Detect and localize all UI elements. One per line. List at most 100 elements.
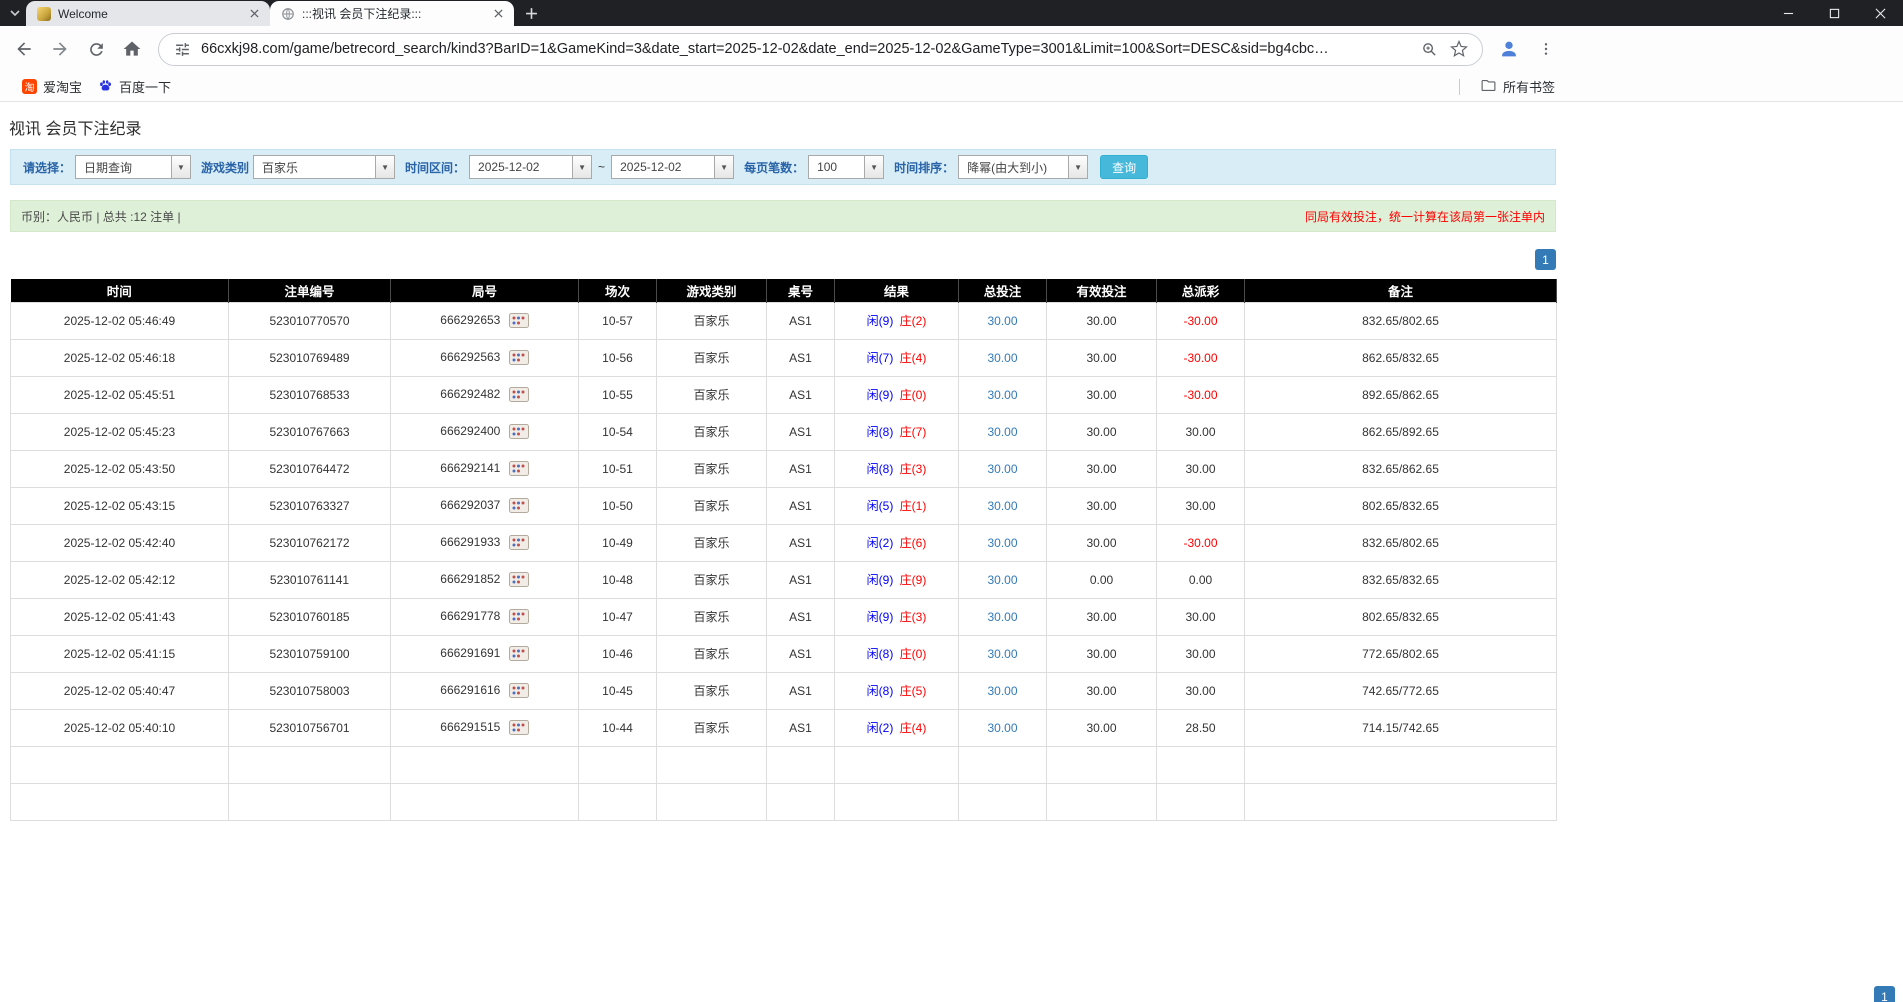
result-banker: 庄(2) — [900, 314, 927, 328]
result-banker: 庄(0) — [900, 388, 927, 402]
roadmap-icon[interactable] — [509, 572, 529, 587]
cell-bet-id: 523010764472 — [229, 450, 391, 487]
cell-time: 2025-12-02 05:43:15 — [11, 487, 229, 524]
reload-icon[interactable] — [80, 33, 112, 65]
summary-cell: 88.50 — [1157, 746, 1245, 783]
chevron-down-icon[interactable]: ▼ — [375, 155, 395, 179]
bookmark-taobao[interactable]: 淘 爱淘宝 — [14, 75, 90, 98]
total-bet-link[interactable]: 30.00 — [987, 388, 1017, 402]
game-type-select[interactable]: 百家乐 ▼ — [253, 155, 395, 179]
cell-time: 2025-12-02 05:40:10 — [11, 709, 229, 746]
all-bookmarks-button[interactable]: 所有书签 — [1472, 75, 1563, 99]
cell-valid-bet: 30.00 — [1047, 487, 1157, 524]
total-bet-link[interactable]: 30.00 — [987, 610, 1017, 624]
roadmap-icon[interactable] — [509, 609, 529, 624]
close-window-button[interactable] — [1857, 0, 1903, 26]
result-player: 闲(9) — [867, 314, 894, 328]
cell-table-no: AS1 — [767, 302, 835, 339]
sort-select[interactable]: 降幂(由大到小) ▼ — [958, 155, 1088, 179]
cell-remark: 714.15/742.65 — [1245, 709, 1557, 746]
maximize-button[interactable] — [1811, 0, 1857, 26]
roadmap-icon[interactable] — [509, 535, 529, 550]
cell-game-type: 百家乐 — [657, 709, 767, 746]
forward-icon[interactable] — [44, 33, 76, 65]
tab-bet-records[interactable]: :::视讯 会员下注纪录::: — [270, 1, 514, 26]
tab-close-icon[interactable] — [246, 6, 262, 22]
zoom-icon[interactable] — [1418, 38, 1440, 60]
total-bet-link[interactable]: 30.00 — [987, 351, 1017, 365]
cell-bet-id: 523010768533 — [229, 376, 391, 413]
table-row: 2025-12-02 05:41:15 523010759100 6662916… — [11, 635, 1557, 672]
cell-time: 2025-12-02 05:46:18 — [11, 339, 229, 376]
total-bet-link[interactable]: 30.00 — [987, 684, 1017, 698]
tab-search-chevron-icon[interactable] — [4, 2, 26, 24]
browser-menu-kebab-icon[interactable] — [1533, 36, 1559, 62]
cell-time: 2025-12-02 05:41:15 — [11, 635, 229, 672]
cell-round-id: 666291515 — [391, 709, 579, 746]
bet-records-table: 时间注单编号局号场次游戏类别桌号结果总投注有效投注总派彩备注 2025-12-0… — [10, 279, 1557, 821]
minimize-button[interactable] — [1765, 0, 1811, 26]
site-settings-tune-icon[interactable] — [171, 38, 193, 60]
chevron-down-icon[interactable]: ▼ — [572, 155, 592, 179]
cell-time: 2025-12-02 05:43:50 — [11, 450, 229, 487]
total-bet-link[interactable]: 30.00 — [987, 573, 1017, 587]
roadmap-icon[interactable] — [509, 387, 529, 402]
result-player: 闲(8) — [867, 647, 894, 661]
roadmap-icon[interactable] — [509, 461, 529, 476]
bookmark-star-icon[interactable] — [1448, 38, 1470, 60]
bookmark-baidu[interactable]: 百度一下 — [90, 75, 179, 98]
date-end-input[interactable]: 2025-12-02 ▼ — [611, 155, 734, 179]
roadmap-icon[interactable] — [509, 498, 529, 513]
roadmap-icon[interactable] — [509, 683, 529, 698]
total-bet-link[interactable]: 30.00 — [987, 721, 1017, 735]
bookmarks-separator — [1459, 79, 1460, 95]
pagination-button-bottom[interactable]: 1 — [1874, 986, 1895, 1002]
total-bet-link[interactable]: 30.00 — [987, 425, 1017, 439]
summary-notice: 同局有效投注，统一计算在该局第一张注单内 — [1305, 208, 1545, 225]
table-row: 2025-12-02 05:40:10 523010756701 6662915… — [11, 709, 1557, 746]
total-bet-link[interactable]: 30.00 — [987, 462, 1017, 476]
date-start-input[interactable]: 2025-12-02 ▼ — [469, 155, 592, 179]
total-bet-link[interactable]: 30.00 — [987, 536, 1017, 550]
roadmap-icon[interactable] — [509, 313, 529, 328]
back-icon[interactable] — [8, 33, 40, 65]
round-id: 666291616 — [440, 683, 500, 697]
cell-result: 闲(9) 庄(3) — [835, 598, 959, 635]
roadmap-icon[interactable] — [509, 646, 529, 661]
table-row: 2025-12-02 05:40:47 523010758003 6662916… — [11, 672, 1557, 709]
roadmap-icon[interactable] — [509, 720, 529, 735]
search-button[interactable]: 查询 — [1100, 155, 1148, 179]
chevron-down-icon[interactable]: ▼ — [714, 155, 734, 179]
pagination-button[interactable]: 1 — [1535, 249, 1556, 270]
result-player: 闲(9) — [867, 610, 894, 624]
address-bar[interactable]: 66cxkj98.com/game/betrecord_search/kind3… — [158, 33, 1483, 66]
total-bet-link[interactable]: 30.00 — [987, 314, 1017, 328]
result-banker: 庄(0) — [900, 647, 927, 661]
url-text[interactable]: 66cxkj98.com/game/betrecord_search/kind3… — [201, 41, 1410, 57]
cell-result: 闲(8) 庄(0) — [835, 635, 959, 672]
page-size-select[interactable]: 100 ▼ — [808, 155, 884, 179]
cell-table-no: AS1 — [767, 524, 835, 561]
cell-time: 2025-12-02 05:45:51 — [11, 376, 229, 413]
total-bet-link[interactable]: 30.00 — [987, 499, 1017, 513]
cell-game-type: 百家乐 — [657, 561, 767, 598]
roadmap-icon[interactable] — [509, 424, 529, 439]
home-icon[interactable] — [116, 33, 148, 65]
tab-welcome[interactable]: Welcome — [26, 1, 270, 26]
chevron-down-icon[interactable]: ▼ — [171, 155, 191, 179]
round-id: 666291778 — [440, 609, 500, 623]
cell-table-no: AS1 — [767, 635, 835, 672]
table-row: 2025-12-02 05:46:18 523010769489 6662925… — [11, 339, 1557, 376]
tab-close-icon[interactable] — [490, 6, 506, 22]
new-tab-button[interactable] — [518, 1, 544, 25]
total-bet-link[interactable]: 30.00 — [987, 647, 1017, 661]
query-type-select[interactable]: 日期查询 ▼ — [75, 155, 191, 179]
chevron-down-icon[interactable]: ▼ — [864, 155, 884, 179]
cell-session: 10-49 — [579, 524, 657, 561]
profile-avatar-icon[interactable] — [1495, 35, 1523, 63]
roadmap-icon[interactable] — [509, 350, 529, 365]
cell-valid-bet: 30.00 — [1047, 598, 1157, 635]
cell-remark: 832.65/862.65 — [1245, 450, 1557, 487]
chevron-down-icon[interactable]: ▼ — [1068, 155, 1088, 179]
cell-total-bet: 30.00 — [959, 635, 1047, 672]
